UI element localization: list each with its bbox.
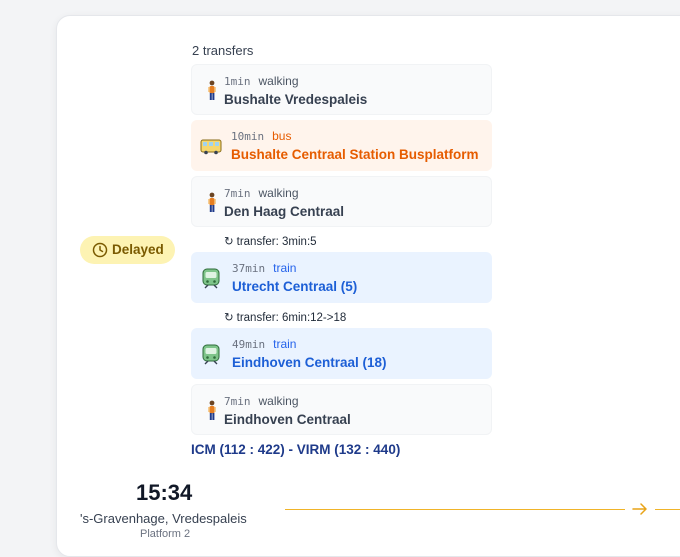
status-label: Delayed (112, 242, 164, 257)
leg-bus[interactable]: 10min bus Bushalte Centraal Station Buspl… (191, 120, 492, 171)
transfer-note: ↻ transfer: 6min:12->18 (224, 310, 346, 324)
leg-walking-3[interactable]: 7min walking Eindhoven Centraal (191, 384, 492, 435)
transfer-icon: ↻ (224, 236, 234, 248)
leg-duration: 10min (231, 130, 265, 143)
leg-duration: 49min (232, 338, 266, 351)
route-line (285, 509, 625, 510)
leg-duration: 7min (224, 187, 251, 200)
leg-destination: Eindhoven Centraal (224, 412, 351, 427)
leg-walking-1[interactable]: 1min walking Bushalte Vredespaleis (191, 64, 492, 115)
departure-station: 's-Gravenhage, Vredespaleis (80, 511, 247, 526)
leg-duration: 7min (224, 395, 251, 408)
leg-walking-2[interactable]: 7min walking Den Haag Centraal (191, 176, 492, 227)
walking-person-icon (208, 400, 216, 420)
transfers-count: 2 transfers (192, 43, 254, 58)
transfer-text: transfer: 3min:5 (236, 236, 317, 248)
train-icon (202, 268, 220, 289)
departure-platform: Platform 2 (140, 528, 191, 540)
leg-destination: Bushalte Centraal Station Busplatform (231, 147, 479, 162)
leg-duration: 37min (232, 262, 266, 275)
train-types: ICM (112 : 422) - VIRM (132 : 440) (191, 442, 401, 457)
walking-person-icon (208, 192, 216, 212)
transfer-icon: ↻ (224, 312, 234, 324)
clock-icon (92, 242, 108, 258)
leg-destination: Bushalte Vredespaleis (224, 92, 368, 107)
walking-person-icon (208, 80, 216, 100)
bus-icon (200, 139, 222, 155)
train-icon (202, 344, 220, 365)
transfer-text: transfer: 6min:12->18 (236, 312, 347, 324)
leg-destination: Den Haag Centraal (224, 204, 345, 219)
leg-mode: bus (272, 129, 292, 143)
leg-mode: walking (258, 394, 299, 408)
leg-mode: walking (258, 186, 299, 200)
status-badge-delayed: Delayed (80, 236, 175, 264)
route-line-continuation (655, 509, 680, 510)
leg-duration: 1min (224, 75, 251, 88)
leg-mode: walking (258, 74, 299, 88)
leg-destination: Utrecht Centraal (5) (232, 279, 358, 294)
departure-time: 15:34 (136, 480, 193, 505)
leg-destination: Eindhoven Centraal (18) (232, 355, 387, 370)
arrow-right-icon (632, 503, 647, 515)
transfer-note: ↻ transfer: 3min:5 (224, 234, 317, 248)
leg-mode: train (273, 261, 297, 275)
leg-mode: train (273, 337, 297, 351)
leg-train-2[interactable]: 49min train Eindhoven Centraal (18) (191, 328, 492, 379)
leg-train-1[interactable]: 37min train Utrecht Centraal (5) (191, 252, 492, 303)
